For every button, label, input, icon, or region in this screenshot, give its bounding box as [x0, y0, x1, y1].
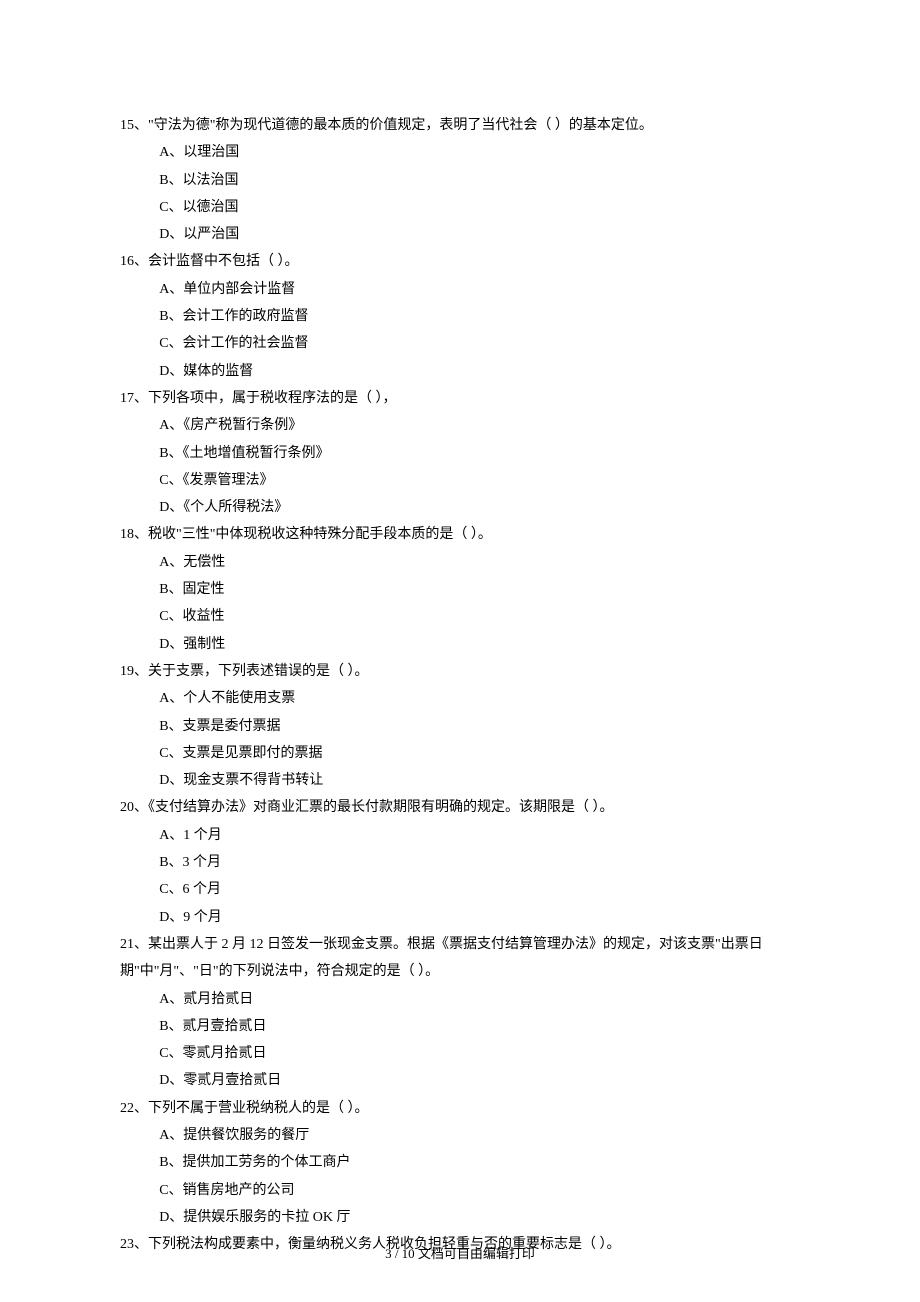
- options-block: A、贰月拾贰日 B、贰月壹拾贰日 C、零贰月拾贰日 D、零贰月壹拾贰日: [120, 986, 800, 1095]
- page-footer: 3 / 10 文档可自由编辑打印: [0, 1241, 920, 1266]
- question-text: 18、税收"三性"中体现税收这种特殊分配手段本质的是（ ）。: [120, 521, 800, 548]
- option-a: A、无偿性: [159, 549, 800, 576]
- question-17: 17、下列各项中，属于税收程序法的是（ ）， A、《房产税暂行条例》 B、《土地…: [120, 385, 800, 521]
- option-b: B、以法治国: [159, 167, 800, 194]
- options-block: A、以理治国 B、以法治国 C、以德治国 D、以严治国: [120, 139, 800, 248]
- question-body: 、下列不属于营业税纳税人的是（ ）。: [134, 1101, 369, 1116]
- question-16: 16、会计监督中不包括（ ）。 A、单位内部会计监督 B、会计工作的政府监督 C…: [120, 248, 800, 384]
- question-18: 18、税收"三性"中体现税收这种特殊分配手段本质的是（ ）。 A、无偿性 B、固…: [120, 521, 800, 657]
- option-a: A、贰月拾贰日: [159, 986, 800, 1013]
- options-block: A、1 个月 B、3 个月 C、6 个月 D、9 个月: [120, 822, 800, 931]
- option-a: A、《房产税暂行条例》: [159, 412, 800, 439]
- question-text: 17、下列各项中，属于税收程序法的是（ ），: [120, 385, 800, 412]
- option-a: A、个人不能使用支票: [159, 685, 800, 712]
- option-b: B、固定性: [159, 576, 800, 603]
- option-b: B、会计工作的政府监督: [159, 303, 800, 330]
- option-d: D、9 个月: [159, 904, 800, 931]
- question-text: 22、下列不属于营业税纳税人的是（ ）。: [120, 1095, 800, 1122]
- question-body: 、会计监督中不包括（ ）。: [134, 254, 299, 269]
- question-19: 19、关于支票，下列表述错误的是（ ）。 A、个人不能使用支票 B、支票是委付票…: [120, 658, 800, 794]
- question-number: 15: [120, 118, 134, 133]
- option-a: A、提供餐饮服务的餐厅: [159, 1122, 800, 1149]
- option-c: C、零贰月拾贰日: [159, 1040, 800, 1067]
- question-body: 、某出票人于 2 月 12 日签发一张现金支票。根据《票据支付结算管理办法》的规…: [120, 937, 763, 979]
- option-d: D、强制性: [159, 631, 800, 658]
- question-text: 15、"守法为德"称为现代道德的最本质的价值规定，表明了当代社会（ ）的基本定位…: [120, 112, 800, 139]
- option-d: D、现金支票不得背书转让: [159, 767, 800, 794]
- option-c: C、收益性: [159, 603, 800, 630]
- option-b: B、3 个月: [159, 849, 800, 876]
- question-body: 、"守法为德"称为现代道德的最本质的价值规定，表明了当代社会（ ）的基本定位。: [134, 118, 653, 133]
- question-body: 、《支付结算办法》对商业汇票的最长付款期限有明确的规定。该期限是（ ）。: [134, 800, 614, 815]
- option-c: C、会计工作的社会监督: [159, 330, 800, 357]
- options-block: A、无偿性 B、固定性 C、收益性 D、强制性: [120, 549, 800, 658]
- question-15: 15、"守法为德"称为现代道德的最本质的价值规定，表明了当代社会（ ）的基本定位…: [120, 112, 800, 248]
- question-body: 、下列各项中，属于税收程序法的是（ ），: [134, 391, 397, 406]
- option-b: B、《土地增值税暂行条例》: [159, 440, 800, 467]
- options-block: A、单位内部会计监督 B、会计工作的政府监督 C、会计工作的社会监督 D、媒体的…: [120, 276, 800, 385]
- option-a: A、单位内部会计监督: [159, 276, 800, 303]
- options-block: A、个人不能使用支票 B、支票是委付票据 C、支票是见票即付的票据 D、现金支票…: [120, 685, 800, 794]
- option-b: B、支票是委付票据: [159, 713, 800, 740]
- option-b: B、贰月壹拾贰日: [159, 1013, 800, 1040]
- option-c: C、6 个月: [159, 876, 800, 903]
- question-body: 、税收"三性"中体现税收这种特殊分配手段本质的是（ ）。: [134, 527, 492, 542]
- question-text: 19、关于支票，下列表述错误的是（ ）。: [120, 658, 800, 685]
- question-22: 22、下列不属于营业税纳税人的是（ ）。 A、提供餐饮服务的餐厅 B、提供加工劳…: [120, 1095, 800, 1231]
- question-number: 22: [120, 1101, 134, 1116]
- question-number: 17: [120, 391, 134, 406]
- option-c: C、以德治国: [159, 194, 800, 221]
- question-20: 20、《支付结算办法》对商业汇票的最长付款期限有明确的规定。该期限是（ ）。 A…: [120, 794, 800, 930]
- option-c: C、销售房地产的公司: [159, 1177, 800, 1204]
- question-number: 18: [120, 527, 134, 542]
- option-d: D、零贰月壹拾贰日: [159, 1067, 800, 1094]
- question-number: 19: [120, 664, 134, 679]
- document-page: 15、"守法为德"称为现代道德的最本质的价值规定，表明了当代社会（ ）的基本定位…: [0, 0, 920, 1302]
- question-number: 21: [120, 937, 134, 952]
- question-body: 、关于支票，下列表述错误的是（ ）。: [134, 664, 369, 679]
- option-a: A、以理治国: [159, 139, 800, 166]
- question-number: 16: [120, 254, 134, 269]
- option-d: D、以严治国: [159, 221, 800, 248]
- options-block: A、《房产税暂行条例》 B、《土地增值税暂行条例》 C、《发票管理法》 D、《个…: [120, 412, 800, 521]
- option-d: D、提供娱乐服务的卡拉 OK 厅: [159, 1204, 800, 1231]
- question-text: 21、某出票人于 2 月 12 日签发一张现金支票。根据《票据支付结算管理办法》…: [120, 931, 800, 986]
- question-number: 20: [120, 800, 134, 815]
- question-text: 20、《支付结算办法》对商业汇票的最长付款期限有明确的规定。该期限是（ ）。: [120, 794, 800, 821]
- question-text: 16、会计监督中不包括（ ）。: [120, 248, 800, 275]
- option-d: D、媒体的监督: [159, 358, 800, 385]
- option-c: C、《发票管理法》: [159, 467, 800, 494]
- option-d: D、《个人所得税法》: [159, 494, 800, 521]
- question-21: 21、某出票人于 2 月 12 日签发一张现金支票。根据《票据支付结算管理办法》…: [120, 931, 800, 1095]
- option-a: A、1 个月: [159, 822, 800, 849]
- option-b: B、提供加工劳务的个体工商户: [159, 1149, 800, 1176]
- options-block: A、提供餐饮服务的餐厅 B、提供加工劳务的个体工商户 C、销售房地产的公司 D、…: [120, 1122, 800, 1231]
- option-c: C、支票是见票即付的票据: [159, 740, 800, 767]
